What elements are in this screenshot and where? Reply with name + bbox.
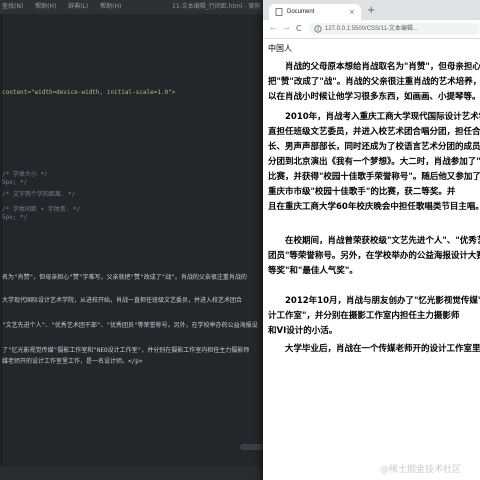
url-text: 127.0.0.1:5500/CSS/11-文本编辑...	[325, 26, 418, 32]
page-heading: 中国人	[268, 43, 292, 53]
browser-window[interactable]: Document × + ← → C 127.0.0.1:5500/CSS/11…	[263, 0, 480, 480]
code-line: /* 文字两个字的距离. */	[2, 191, 76, 198]
tab-document[interactable]: Document ×	[269, 4, 361, 20]
close-icon[interactable]: ×	[349, 4, 355, 20]
paragraph-5: 大学毕业后，肖战在一个传媒老师开的设计工作室里工作，是一名设计师。	[285, 343, 480, 354]
page-viewport: 中国人 肖战的父母原本想给肖战取名为"肖赞"，但母亲担心"赞"字难写，父亲就 把…	[263, 39, 480, 480]
browser-toolbar: ← → C 127.0.0.1:5500/CSS/11-文本编辑...	[263, 20, 480, 39]
paragraph-4: 2012年10月，肖战与朋友创办了"忆光影视觉传媒"摄影工作室和"NEO设 计工…	[268, 295, 480, 336]
code-line: 名为"肖赞"，但母亲担心"赞"字难写，父亲就把"赞"改成了"战"。肖战的父亲很注…	[2, 274, 247, 281]
info-icon[interactable]	[314, 25, 322, 33]
menu-item[interactable]: 辞典(L)	[68, 3, 88, 10]
code-line: "文艺先进个人"、"优秀艺术团干部"、"优秀团员"等荣誉称号。另外，在学校举办的…	[2, 322, 258, 329]
menu-item[interactable]: 帮助(H)	[35, 3, 56, 10]
code-line: /* 字体间距 + 字体宽. */	[2, 206, 81, 213]
reload-button[interactable]: C	[296, 20, 302, 38]
new-tab-button[interactable]: +	[367, 4, 375, 18]
watermark: @稀土掘金技术社区	[380, 465, 462, 475]
paragraph-3: 在校期间，肖战曾荣获校级"文艺先进个人"、"优秀艺术团干部"、"优秀 团员"等荣…	[267, 235, 480, 276]
tab-strip: Document × +	[263, 0, 480, 20]
page-icon	[275, 8, 283, 16]
code-line: 大学现代国际设计艺术学院，从进校开始，肖战一直担任班级文艺委员，并进入校艺术团合	[2, 297, 243, 304]
code-line: 了"忆光影视觉传媒"摄影工作室和"NEO设计工作室"，并分别在摄影工作室内担任主…	[2, 347, 250, 354]
code-line: 5px; */	[2, 214, 28, 221]
code-line: 媒老师开的设计工作室里工作，是一名设计师。</p>	[2, 358, 143, 365]
code-line: 5px; */	[2, 179, 28, 186]
back-button[interactable]: ←	[270, 20, 277, 38]
forward-button[interactable]: →	[283, 20, 290, 38]
address-bar[interactable]: 127.0.0.1:5500/CSS/11-文本编辑...	[309, 23, 480, 35]
paragraph-2: 2010年，肖战考入重庆工商大学现代国际设计艺术学院，从进校开始，肖战一 直担任…	[268, 111, 480, 212]
page-content: 中国人 肖战的父母原本想给肖战取名为"肖赞"，但母亲担心"赞"字难写，父亲就 把…	[267, 43, 480, 354]
code-line: /* 字体大小 */	[2, 171, 48, 178]
paragraph-1: 肖战的父母原本想给肖战取名为"肖赞"，但母亲担心"赞"字难写，父亲就 把"赞"改…	[268, 61, 480, 102]
tab-title: Document	[287, 9, 315, 15]
code-line: content="width=device-width, initial-sca…	[2, 89, 176, 96]
menu-item[interactable]: 帮助(H)	[100, 3, 121, 10]
menu-item[interactable]: 查找(N)	[2, 3, 23, 10]
